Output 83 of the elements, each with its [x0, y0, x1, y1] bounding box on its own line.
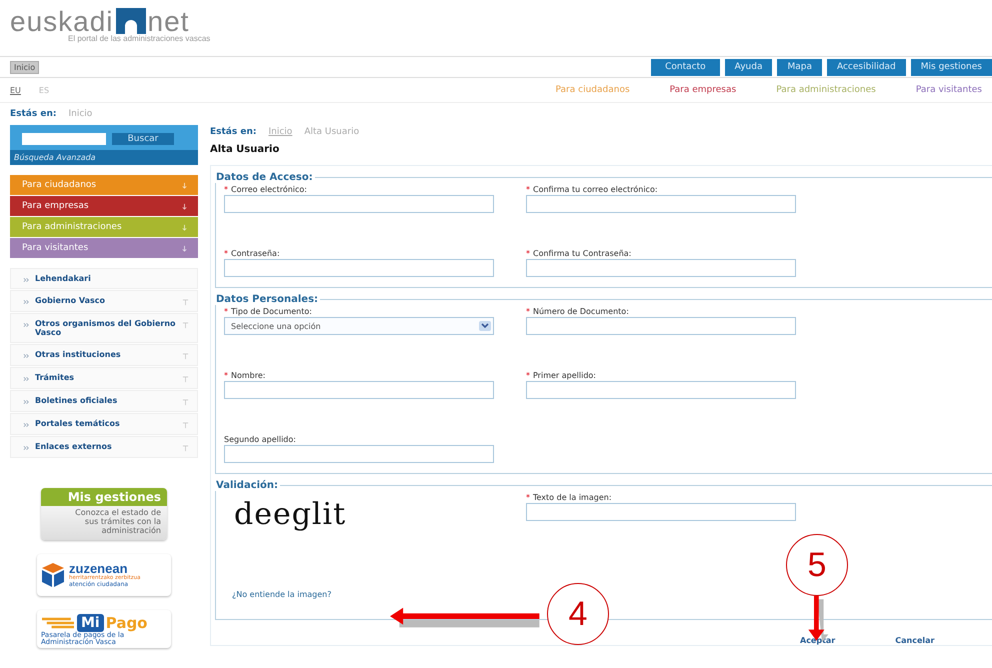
text-field[interactable] — [526, 259, 796, 277]
menu-item[interactable]: Trámites — [10, 367, 198, 389]
page-title: Alta Usuario — [210, 144, 280, 155]
audience-menu-item[interactable]: Para ciudadanos — [10, 175, 198, 195]
audience-link[interactable]: Para administraciones — [776, 85, 876, 95]
captcha-help-link[interactable]: ¿No entiende la imagen? — [224, 590, 494, 599]
field-label: * Confirma tu correo electrónico: — [526, 185, 659, 194]
breadcrumb-link[interactable]: Inicio — [68, 109, 92, 119]
banner-title: Pago — [106, 614, 148, 632]
chevron-icon — [23, 353, 30, 359]
menu-item[interactable]: Lehendakari — [10, 268, 198, 289]
field-label: * Confirma tu Contraseña: — [526, 249, 632, 258]
text-field[interactable] — [526, 317, 796, 335]
step-marker: 5 — [786, 534, 848, 596]
nav-button[interactable]: Ayuda — [724, 58, 772, 76]
form-link-button[interactable]: Cancelar — [895, 636, 934, 645]
section-legend: Datos de Acceso: — [214, 172, 315, 183]
form-link-button[interactable]: Aceptar — [800, 636, 836, 645]
banner-text: Conozca el estado de sus trámites con la administración — [74, 507, 162, 537]
section-legend: Validación: — [214, 480, 280, 491]
dropdown-icon — [479, 321, 491, 331]
audience-link[interactable]: Para visitantes — [916, 85, 982, 95]
breadcrumb-link[interactable]: Alta Usuario — [304, 127, 360, 137]
field-label: * Texto de la imagen: — [526, 493, 613, 502]
mi-badge: Mi — [77, 614, 104, 632]
menu-item[interactable]: Boletines oficiales — [10, 390, 198, 412]
mis-gestiones-banner[interactable]: Mis gestiones Conozca el estado de sus trámites con la administración — [41, 488, 167, 540]
chevron-icon — [23, 322, 30, 328]
cube-icon — [41, 562, 65, 588]
field-label: * Correo electrónico: — [224, 185, 308, 194]
captcha-text: deeglit — [233, 496, 348, 534]
field-label: * Primer apellido: — [526, 371, 597, 380]
banner-title: Mis gestiones — [41, 488, 167, 506]
menu-item[interactable]: Otras instituciones — [10, 344, 198, 366]
arrow-icon — [181, 182, 188, 188]
step-marker: 4 — [547, 583, 609, 645]
field-label: * Nombre: — [224, 371, 266, 380]
text-field[interactable] — [224, 445, 494, 463]
menu-item[interactable]: Gobierno Vasco — [10, 290, 198, 312]
nav-button[interactable]: Mis gestiones — [910, 58, 992, 76]
arrow-icon — [181, 202, 188, 210]
search-field[interactable] — [22, 133, 106, 145]
search-button[interactable]: Buscar — [112, 133, 174, 145]
text-field[interactable] — [224, 381, 494, 399]
nav-button[interactable]: Mapa — [777, 58, 822, 76]
audience-link[interactable]: Para empresas — [670, 85, 736, 95]
language-link[interactable]: EU — [10, 86, 21, 94]
logo-wordmark[interactable]: euskadi — [10, 10, 114, 34]
chevron-icon — [23, 445, 30, 451]
breadcrumb-label: Estás en: — [10, 109, 56, 119]
text-field[interactable] — [224, 259, 494, 277]
chevron-icon — [23, 277, 30, 283]
menu-item[interactable]: Enlaces externos — [10, 436, 198, 458]
section-legend: Datos Personales: — [214, 294, 320, 305]
breadcrumb-link[interactable]: Inicio — [268, 127, 292, 137]
chevron-icon — [23, 376, 30, 382]
home-button[interactable]: Inicio — [10, 60, 40, 74]
nav-button[interactable]: Accesibilidad — [826, 58, 906, 76]
arrow-icon — [181, 224, 188, 230]
menu-item[interactable]: Otros organismos del Gobierno Vasco — [10, 313, 198, 343]
text-field[interactable] — [526, 195, 796, 213]
advanced-search-link[interactable]: Búsqueda Avanzada — [10, 150, 198, 165]
tagline: El portal de las administraciones vascas — [68, 34, 212, 43]
chevron-icon — [23, 399, 30, 405]
text-field[interactable] — [526, 503, 796, 521]
select-field[interactable]: Seleccione una opción — [224, 317, 494, 335]
field-label: Segundo apellido: — [224, 435, 297, 444]
menu-item[interactable]: Portales temáticos — [10, 413, 198, 435]
arch-icon — [116, 8, 146, 34]
chevron-icon — [23, 422, 30, 428]
audience-menu-item[interactable]: Para empresas — [10, 196, 198, 216]
banner-title: zuzenean — [69, 562, 128, 576]
logo-wordmark[interactable]: net — [148, 10, 190, 34]
field-label: * Tipo de Documento: — [224, 307, 313, 316]
text-field[interactable] — [224, 195, 494, 213]
nav-button[interactable]: Contacto — [651, 58, 720, 76]
breadcrumb-label: Estás en: — [210, 127, 256, 137]
field-label: * Contraseña: — [224, 249, 281, 258]
text-field[interactable] — [526, 381, 796, 399]
chevron-icon — [23, 299, 30, 305]
field-label: * Número de Documento: — [526, 307, 630, 316]
audience-menu-item[interactable]: Para visitantes — [10, 238, 198, 258]
arrow-icon — [181, 244, 188, 252]
